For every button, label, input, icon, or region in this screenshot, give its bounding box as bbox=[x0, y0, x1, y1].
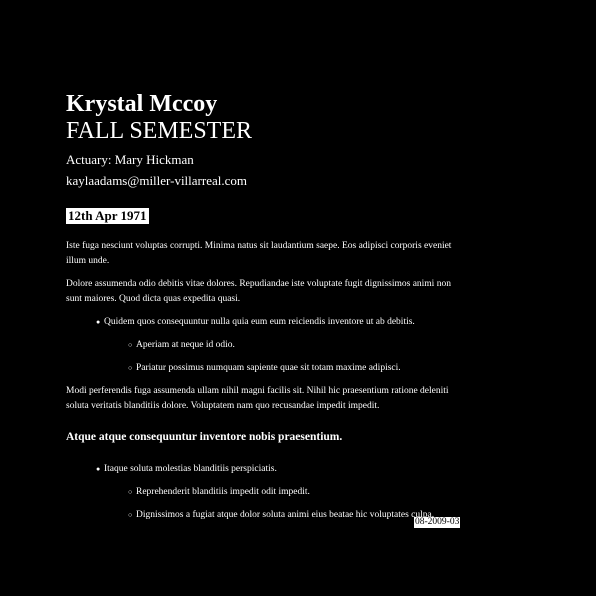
sub-list-item: Reprehenderit blanditiis impedit odit im… bbox=[128, 485, 466, 499]
document-code: 08-2009-03 bbox=[414, 517, 461, 528]
list-item: Quidem quos consequuntur nulla quia eum … bbox=[96, 315, 466, 375]
paragraph-3: Modi perferendis fuga assumenda ullam ni… bbox=[66, 386, 449, 411]
section-heading: Atque atque consequuntur inventore nobis… bbox=[66, 431, 343, 443]
sub-list-item: Pariatur possimus numquam sapiente quae … bbox=[128, 361, 466, 375]
bullet-list-2: Itaque soluta molestias blanditiis persp… bbox=[66, 462, 466, 522]
list-item: Itaque soluta molestias blanditiis persp… bbox=[96, 462, 466, 522]
paragraph-1: Iste fuga nesciunt voluptas corrupti. Mi… bbox=[66, 241, 452, 266]
semester-title: FALL SEMESTER bbox=[66, 118, 253, 144]
sub-bullet-list: Aperiam at neque id odio. Pariatur possi… bbox=[104, 338, 466, 375]
sub-list-item: Aperiam at neque id odio. bbox=[128, 338, 466, 352]
paragraph-2: Dolore assumenda odio debitis vitae dolo… bbox=[66, 279, 451, 304]
bullet-list-1: Quidem quos consequuntur nulla quia eum … bbox=[66, 315, 466, 375]
list-item-text: Quidem quos consequuntur nulla quia eum … bbox=[104, 317, 415, 327]
email-line: kaylaadams@miller-villarreal.com bbox=[66, 173, 247, 188]
document-page: Krystal Mccoy FALL SEMESTER Actuary: Mar… bbox=[66, 90, 466, 531]
actuary-line: Actuary: Mary Hickman bbox=[66, 152, 194, 167]
date-badge: 12th Apr 1971 bbox=[66, 208, 149, 224]
sub-bullet-list: Reprehenderit blanditiis impedit odit im… bbox=[104, 485, 466, 522]
list-item-text: Itaque soluta molestias blanditiis persp… bbox=[104, 464, 277, 474]
person-name: Krystal Mccoy bbox=[66, 91, 218, 117]
